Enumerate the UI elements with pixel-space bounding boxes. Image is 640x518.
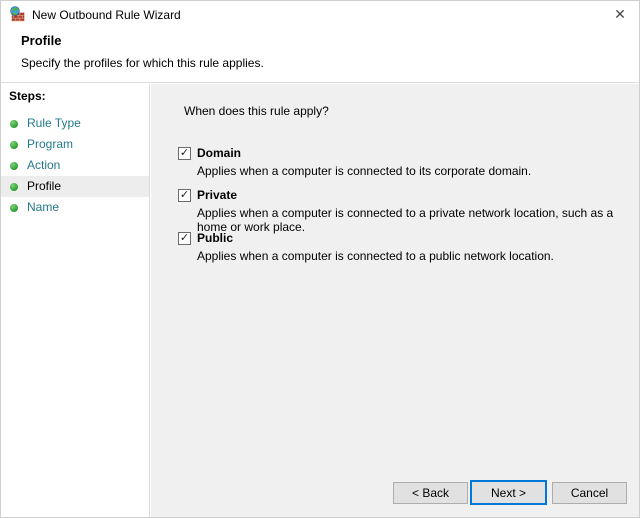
sidebar-item-name[interactable]: Name	[1, 197, 149, 218]
profile-group-private: ✓ Private Applies when a computer is con…	[178, 188, 639, 234]
step-bullet-icon	[10, 162, 18, 170]
step-label: Name	[27, 200, 60, 214]
step-bullet-icon	[10, 120, 18, 128]
private-checkbox[interactable]: ✓	[178, 188, 191, 202]
cancel-button[interactable]: Cancel	[552, 482, 627, 504]
back-button[interactable]: < Back	[393, 482, 468, 504]
step-label: Program	[27, 137, 74, 151]
sidebar-item-profile[interactable]: Profile	[1, 176, 149, 197]
page-title: Profile	[21, 33, 62, 48]
domain-label[interactable]: Domain	[197, 146, 241, 160]
sidebar-item-action[interactable]: Action	[1, 155, 149, 176]
step-label: Rule Type	[27, 116, 81, 130]
domain-checkbox[interactable]: ✓	[178, 146, 191, 160]
domain-description: Applies when a computer is connected to …	[197, 164, 532, 178]
title-bar: New Outbound Rule Wizard ✕	[1, 1, 639, 28]
step-bullet-icon	[10, 141, 18, 149]
steps-sidebar: Steps: Rule Type Program Action Profile …	[1, 84, 150, 517]
steps-heading: Steps:	[9, 89, 46, 103]
profile-group-domain: ✓ Domain Applies when a computer is conn…	[178, 146, 531, 178]
question-text: When does this rule apply?	[184, 104, 329, 118]
private-checkbox-row[interactable]: ✓ Private	[178, 188, 639, 202]
next-button[interactable]: Next >	[470, 480, 547, 505]
content-pane: When does this rule apply? ✓ Domain Appl…	[151, 84, 639, 517]
public-label[interactable]: Public	[197, 231, 233, 245]
domain-checkbox-row[interactable]: ✓ Domain	[178, 146, 531, 160]
step-label: Profile	[27, 179, 62, 193]
close-icon[interactable]: ✕	[605, 3, 635, 25]
private-description: Applies when a computer is connected to …	[197, 206, 614, 234]
public-checkbox[interactable]: ✓	[178, 231, 191, 245]
public-checkbox-row[interactable]: ✓ Public	[178, 231, 554, 245]
windows-firewall-icon	[10, 6, 25, 22]
profile-group-public: ✓ Public Applies when a computer is conn…	[178, 231, 554, 263]
private-label[interactable]: Private	[197, 188, 237, 202]
step-bullet-icon	[10, 183, 18, 191]
step-bullet-icon	[10, 204, 18, 212]
sidebar-item-rule-type[interactable]: Rule Type	[1, 113, 149, 134]
wizard-window: New Outbound Rule Wizard ✕ Profile Speci…	[0, 0, 640, 518]
sidebar-item-program[interactable]: Program	[1, 134, 149, 155]
wizard-header: Profile Specify the profiles for which t…	[1, 28, 639, 83]
step-label: Action	[27, 158, 61, 172]
page-subtitle: Specify the profiles for which this rule…	[21, 56, 264, 70]
window-title: New Outbound Rule Wizard	[32, 8, 181, 22]
public-description: Applies when a computer is connected to …	[197, 249, 554, 263]
